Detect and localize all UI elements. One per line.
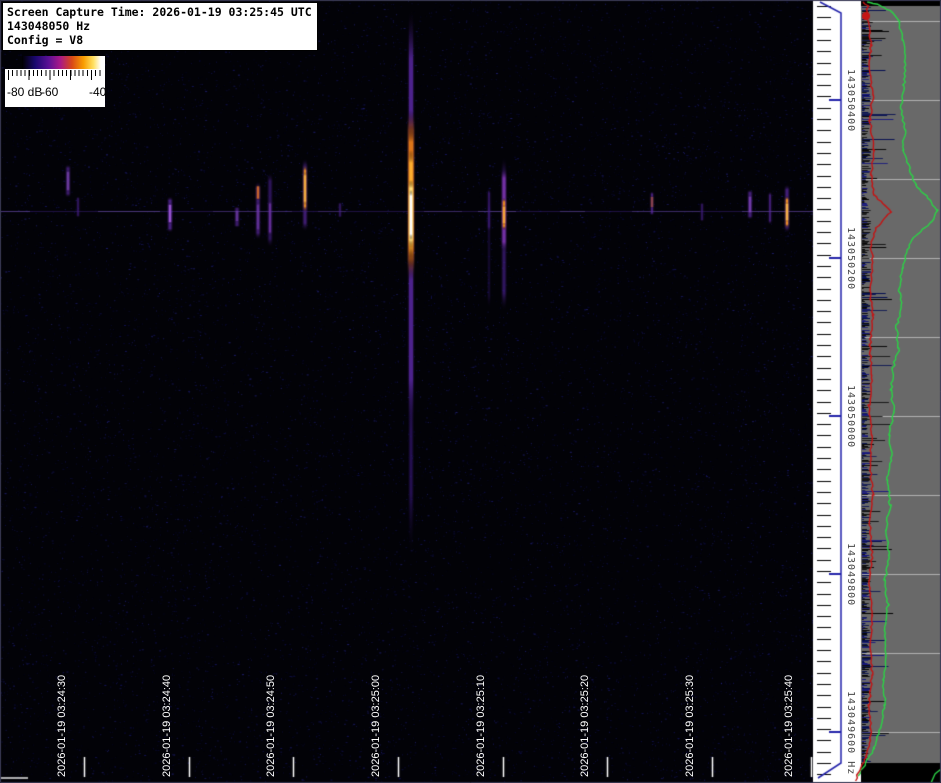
time-label: 2026-01-19 03:24:50: [265, 675, 278, 777]
time-label: 2026-01-19 03:25:20: [579, 675, 592, 777]
db-major-ticks: [8, 70, 102, 80]
spectrogram-screen: Screen Capture Time: 2026-01-19 03:25:45…: [0, 0, 941, 783]
color-scale-legend: -80 dB -60 -40: [5, 56, 110, 107]
frequency-label: 143050400: [845, 69, 856, 132]
time-label: 2026-01-19 03:25:40: [783, 675, 796, 777]
frequency-label: 143050200: [845, 227, 856, 290]
db-label-60: -60: [41, 85, 58, 99]
intensity-gradient-bar: [22, 56, 105, 69]
time-label: 2026-01-19 03:25:00: [370, 675, 383, 777]
frequency-label: 143049800: [845, 543, 856, 606]
time-label: 2026-01-19 03:25:30: [684, 675, 697, 777]
db-label-80: -80 dB: [7, 85, 42, 99]
capture-info-box: Screen Capture Time: 2026-01-19 03:25:45…: [2, 2, 318, 51]
time-label: 2026-01-19 03:25:10: [475, 675, 488, 777]
time-label: 2026-01-19 03:24:40: [161, 675, 174, 777]
db-scale-ruler: -80 dB -60 -40: [5, 69, 105, 107]
waterfall-canvas: [0, 0, 941, 783]
frequency-label: 143049600 Hz: [845, 691, 856, 775]
capture-frequency-text: 143048050 Hz: [7, 19, 313, 33]
frequency-label: 143050000: [845, 385, 856, 448]
capture-time-text: Screen Capture Time: 2026-01-19 03:25:45…: [7, 5, 313, 19]
db-label-40: -40: [89, 85, 106, 99]
config-text: Config = V8: [7, 33, 313, 47]
time-label: 2026-01-19 03:24:30: [56, 675, 69, 777]
